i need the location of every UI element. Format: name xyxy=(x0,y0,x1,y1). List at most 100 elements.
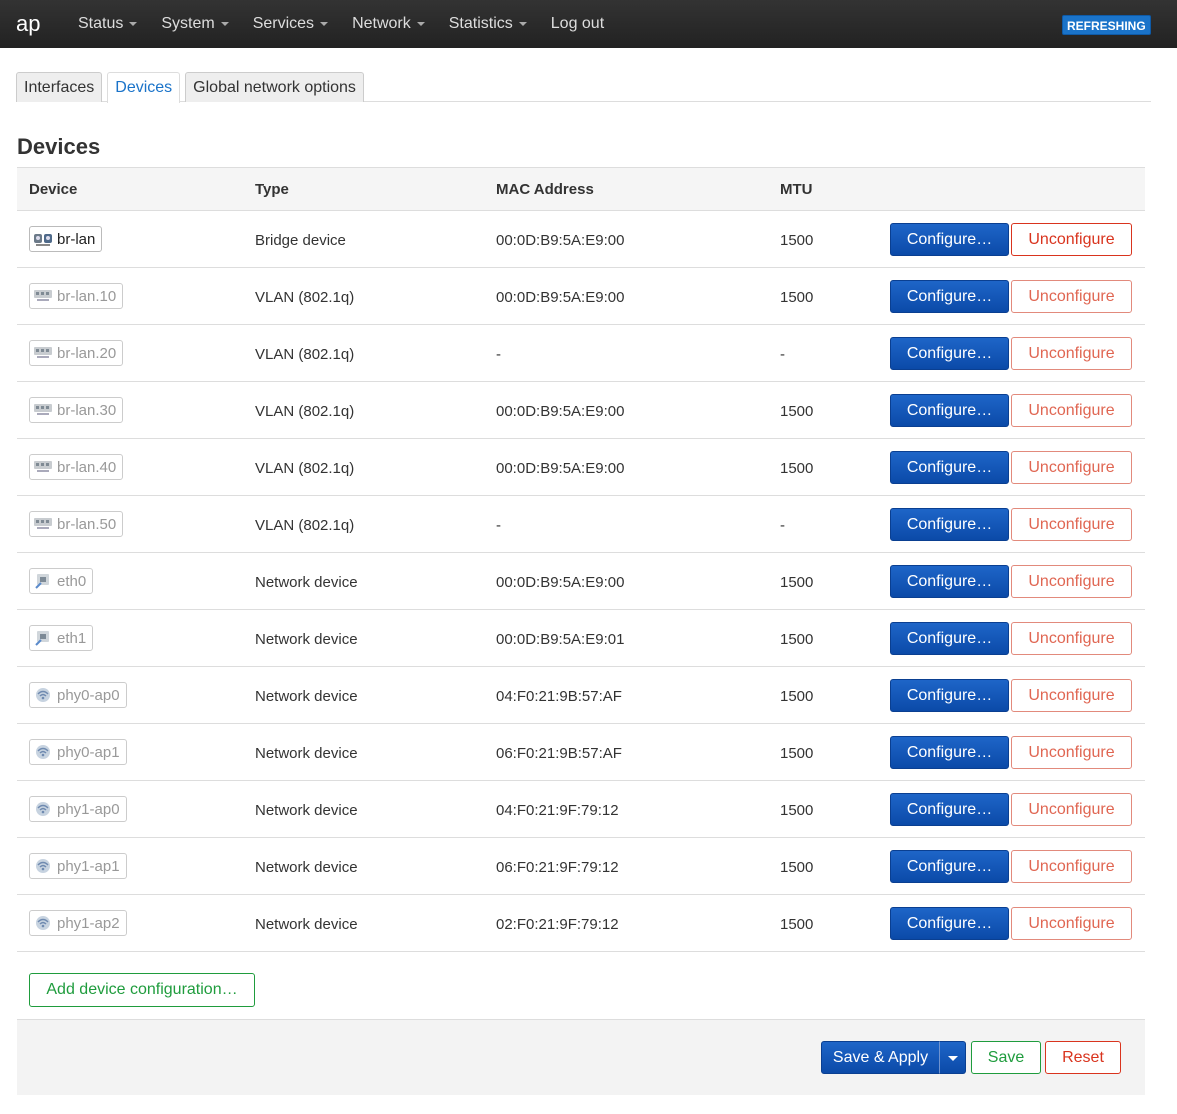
device-badge[interactable]: eth0 xyxy=(29,568,94,594)
tab-interfaces[interactable]: Interfaces xyxy=(16,72,103,102)
mac-cell: 06:F0:21:9B:57:AF xyxy=(496,745,622,762)
unconfigure-button[interactable]: Unconfigure xyxy=(1011,337,1132,370)
unconfigure-button[interactable]: Unconfigure xyxy=(1011,850,1132,883)
mtu-cell: 1500 xyxy=(780,403,814,420)
device-badge[interactable]: br-lan.40 xyxy=(29,454,124,480)
menu-services[interactable]: Services xyxy=(253,15,329,33)
unconfigure-button[interactable]: Unconfigure xyxy=(1011,508,1132,541)
unconfigure-button[interactable]: Unconfigure xyxy=(1011,451,1132,484)
vlan-icon xyxy=(33,458,53,476)
header-mac: MAC Address xyxy=(496,181,594,198)
menu-network[interactable]: Network xyxy=(352,15,425,33)
mtu-cell: 1500 xyxy=(780,745,814,762)
menu-statistics[interactable]: Statistics xyxy=(449,15,527,33)
device-badge[interactable]: phy0-ap1 xyxy=(29,739,127,765)
tab-global-network-options[interactable]: Global network options xyxy=(185,72,364,102)
unconfigure-button[interactable]: Unconfigure xyxy=(1011,394,1132,427)
device-badge[interactable]: phy0-ap0 xyxy=(29,682,127,708)
device-name: phy1-ap0 xyxy=(57,800,120,818)
configure-button[interactable]: Configure… xyxy=(890,679,1009,712)
add-device-configuration-button[interactable]: Add device configuration… xyxy=(29,973,255,1007)
tab-bar: Interfaces Devices Global network option… xyxy=(16,72,1151,103)
device-badge[interactable]: br-lan xyxy=(29,226,103,252)
device-badge[interactable]: br-lan.20 xyxy=(29,340,124,366)
device-cell: br-lan.50 xyxy=(29,511,124,537)
device-cell: phy0-ap1 xyxy=(29,739,127,765)
unconfigure-button[interactable]: Unconfigure xyxy=(1011,736,1132,769)
refreshing-badge[interactable]: REFRESHING xyxy=(1062,15,1151,35)
mac-cell: - xyxy=(496,517,501,534)
type-cell: Bridge device xyxy=(255,232,346,249)
type-cell: Network device xyxy=(255,859,358,876)
configure-button[interactable]: Configure… xyxy=(890,508,1009,541)
device-name: br-lan.40 xyxy=(57,458,117,476)
device-name: br-lan.10 xyxy=(57,287,117,305)
caret-down-icon xyxy=(320,22,329,26)
ethernet-icon xyxy=(33,572,53,590)
configure-button[interactable]: Configure… xyxy=(890,622,1009,655)
unconfigure-button[interactable]: Unconfigure xyxy=(1011,223,1132,256)
device-badge[interactable]: br-lan.10 xyxy=(29,283,124,309)
configure-button[interactable]: Configure… xyxy=(890,850,1009,883)
table-row: eth0 Network device 00:0D:B9:5A:E9:00 1500 C… xyxy=(17,553,1145,610)
unconfigure-button[interactable]: Unconfigure xyxy=(1011,622,1132,655)
tab-devices[interactable]: Devices xyxy=(107,72,181,103)
type-cell: Network device xyxy=(255,916,358,933)
configure-button[interactable]: Configure… xyxy=(890,907,1009,940)
mtu-cell: 1500 xyxy=(780,916,814,933)
type-cell: Network device xyxy=(255,574,358,591)
device-badge[interactable]: br-lan.50 xyxy=(29,511,124,537)
save-apply-button[interactable]: Save & Apply xyxy=(821,1041,940,1074)
configure-button[interactable]: Configure… xyxy=(890,736,1009,769)
device-cell: phy0-ap0 xyxy=(29,682,127,708)
reset-button[interactable]: Reset xyxy=(1045,1041,1121,1074)
device-badge[interactable]: br-lan.30 xyxy=(29,397,124,423)
configure-button[interactable]: Configure… xyxy=(890,280,1009,313)
type-cell: Network device xyxy=(255,802,358,819)
configure-button[interactable]: Configure… xyxy=(890,451,1009,484)
device-badge[interactable]: phy1-ap2 xyxy=(29,910,127,936)
ethernet-icon xyxy=(33,629,53,647)
wifi-icon xyxy=(33,686,53,704)
device-badge[interactable]: eth1 xyxy=(29,625,94,651)
device-badge[interactable]: phy1-ap1 xyxy=(29,853,127,879)
mtu-cell: 1500 xyxy=(780,802,814,819)
menu-system[interactable]: System xyxy=(161,15,229,33)
action-bar: Save & Apply Save Reset xyxy=(17,1019,1145,1095)
configure-button[interactable]: Configure… xyxy=(890,337,1009,370)
save-apply-dropdown-button[interactable] xyxy=(939,1041,966,1074)
menu-label: System xyxy=(161,15,215,32)
device-name: br-lan.50 xyxy=(57,515,117,533)
device-name: eth1 xyxy=(57,629,87,647)
menu-logout[interactable]: Log out xyxy=(551,15,604,33)
type-cell: Network device xyxy=(255,745,358,762)
menu-status[interactable]: Status xyxy=(78,15,138,33)
device-badge[interactable]: phy1-ap0 xyxy=(29,796,127,822)
header-device: Device xyxy=(29,181,78,198)
caret-down-icon xyxy=(518,22,527,26)
brand-logo[interactable]: ap xyxy=(16,11,40,37)
unconfigure-button[interactable]: Unconfigure xyxy=(1011,793,1132,826)
mtu-cell: 1500 xyxy=(780,688,814,705)
configure-button[interactable]: Configure… xyxy=(890,223,1009,256)
top-navbar: ap Status System Services Network Statis… xyxy=(0,0,1177,48)
mtu-cell: 1500 xyxy=(780,460,814,477)
unconfigure-button[interactable]: Unconfigure xyxy=(1011,280,1132,313)
unconfigure-button[interactable]: Unconfigure xyxy=(1011,565,1132,598)
table-body: br-lan Bridge device 00:0D:B9:5A:E9:00 1500… xyxy=(17,211,1145,952)
configure-button[interactable]: Configure… xyxy=(890,793,1009,826)
main-menu: Status System Services Network Statistic… xyxy=(78,0,628,48)
table-row: phy1-ap0 Network device 04:F0:21:9F:79:12 1… xyxy=(17,781,1145,838)
device-cell: br-lan.10 xyxy=(29,283,124,309)
configure-button[interactable]: Configure… xyxy=(890,394,1009,427)
unconfigure-button[interactable]: Unconfigure xyxy=(1011,907,1132,940)
unconfigure-button[interactable]: Unconfigure xyxy=(1011,679,1132,712)
mac-cell: 00:0D:B9:5A:E9:00 xyxy=(496,460,625,477)
mac-cell: 04:F0:21:9F:79:12 xyxy=(496,802,619,819)
configure-button[interactable]: Configure… xyxy=(890,565,1009,598)
table-row: phy1-ap2 Network device 02:F0:21:9F:79:12 1… xyxy=(17,895,1145,952)
save-button[interactable]: Save xyxy=(971,1041,1041,1074)
caret-down-icon xyxy=(129,22,138,26)
type-cell: VLAN (802.1q) xyxy=(255,403,355,420)
wifi-icon xyxy=(33,800,53,818)
